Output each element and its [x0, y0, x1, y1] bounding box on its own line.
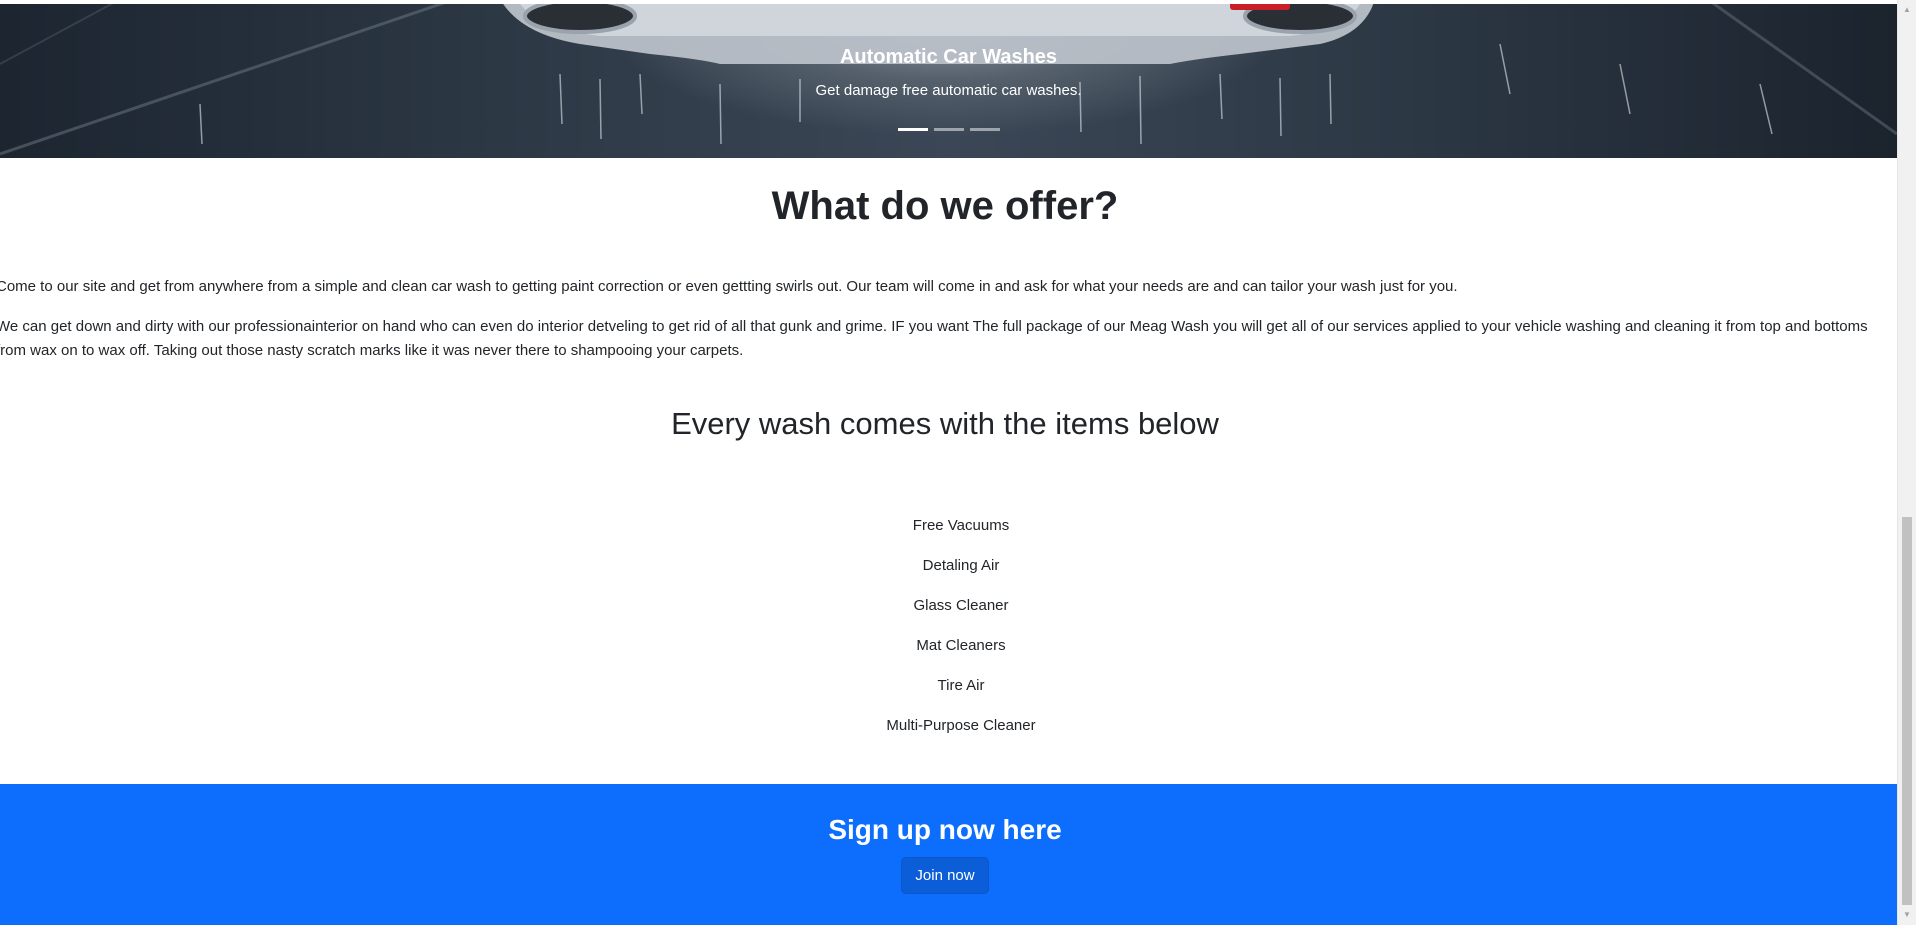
triangle-down-icon[interactable]: ▼	[1898, 907, 1916, 923]
signup-heading: Sign up now here	[828, 814, 1062, 845]
wash-heading: Every wash comes with the items below	[671, 406, 1219, 441]
list-item: Mat Cleaners	[916, 637, 1006, 654]
list-item: Free Vacuums	[912, 517, 1010, 534]
list-item: Detaling Air	[922, 557, 1000, 574]
wash-items-list: Free Vacuums Detaling Air Glass Cleaner …	[861, 514, 1061, 754]
hero-title: Automatic Car Washes	[839, 46, 1058, 68]
signup-section: Sign up now here Join now	[0, 784, 1897, 925]
triangle-up-icon[interactable]: ▲	[1898, 2, 1916, 18]
scrollbar-thumb[interactable]	[1902, 517, 1912, 905]
offer-heading: What do we offer?	[771, 184, 1119, 228]
offer-paragraph-2: We can get down and dirty with our profe…	[0, 318, 1868, 359]
list-item: Multi-Purpose Cleaner	[886, 717, 1036, 734]
join-now-button[interactable]: Join now	[901, 857, 989, 894]
offer-paragraph-1: Come to our site and get from anywhere f…	[0, 278, 1458, 295]
list-item: Tire Air	[937, 677, 985, 694]
carousel-indicator-3[interactable]	[969, 128, 1000, 131]
page-viewport: Automatic Car Washes Get damage free aut…	[0, 0, 1897, 925]
car-rear-image	[0, 4, 1897, 156]
hero-carousel: Automatic Car Washes Get damage free aut…	[0, 4, 1897, 158]
vertical-scrollbar[interactable]: ▲ ▼	[1897, 0, 1916, 925]
carousel-indicators	[0, 128, 1897, 131]
hero-subtitle: Get damage free automatic car washes.	[815, 82, 1082, 99]
carousel-indicator-2[interactable]	[933, 128, 964, 131]
carousel-indicator-1[interactable]	[897, 128, 928, 131]
list-item: Glass Cleaner	[913, 597, 1009, 614]
